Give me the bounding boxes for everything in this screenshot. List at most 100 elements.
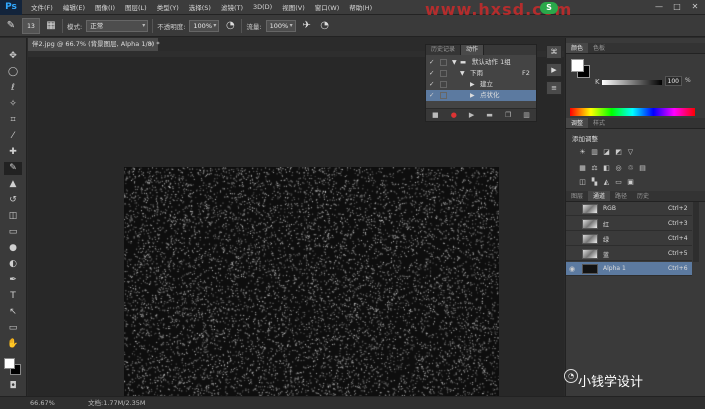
action-step-row[interactable]: ✓ ▶ 点状化 — [426, 90, 536, 101]
marquee-tool-icon[interactable]: ◯ — [4, 66, 22, 79]
chevron-down-icon[interactable]: ▼ — [452, 57, 457, 68]
gray-slider[interactable] — [602, 80, 662, 85]
gradient-tool-icon[interactable]: ▭ — [4, 226, 22, 239]
close-icon[interactable]: ✕ — [689, 2, 701, 12]
dialog-toggle[interactable] — [440, 92, 447, 99]
maximize-icon[interactable]: □ — [671, 2, 683, 12]
threshold-icon[interactable]: ◭ — [602, 178, 611, 187]
channel-row-green[interactable]: 绿 Ctrl+4 — [566, 232, 692, 246]
vibrance-icon[interactable]: ▽ — [626, 148, 635, 157]
minimize-icon[interactable]: — — [653, 2, 665, 12]
tab-actions[interactable]: 动作 — [461, 45, 485, 55]
invert-icon[interactable]: ◫ — [578, 178, 587, 187]
brush-panel-icon[interactable]: ▦ — [44, 19, 58, 33]
gray-value-field[interactable]: 100 — [665, 76, 682, 86]
lasso-tool-icon[interactable]: ℓ — [4, 82, 22, 95]
channel-mixer-icon[interactable]: ♲ — [626, 164, 635, 173]
menu-edit[interactable]: 编辑(E) — [58, 2, 90, 12]
path-select-tool-icon[interactable]: ↖ — [4, 306, 22, 319]
document-info[interactable]: 文档:1.77M/2.35M — [88, 397, 146, 409]
menu-3d[interactable]: 3D(D) — [248, 3, 277, 11]
dialog-toggle[interactable] — [440, 70, 447, 77]
eyedropper-tool-icon[interactable]: ⁄ — [4, 130, 22, 143]
brush-size-picker[interactable]: 13 — [22, 17, 40, 34]
quick-select-tool-icon[interactable]: ✧ — [4, 98, 22, 111]
flow-field[interactable]: 100% — [265, 19, 296, 32]
posterize-icon[interactable]: ▚ — [590, 178, 599, 187]
menu-type[interactable]: 类型(Y) — [152, 2, 184, 12]
delete-icon[interactable]: ▥ — [523, 111, 530, 119]
close-icon[interactable]: × — [149, 38, 154, 51]
chevron-down-icon[interactable]: ▼ — [460, 68, 465, 79]
dodge-tool-icon[interactable]: ◐ — [4, 258, 22, 271]
brush-tool-icon[interactable]: ✎ — [4, 162, 22, 175]
airbrush-icon[interactable]: ✈ — [300, 19, 314, 33]
checkmark-icon[interactable]: ✓ — [429, 68, 434, 79]
exposure-icon[interactable]: ◩ — [614, 148, 623, 157]
play-icon[interactable]: ▶ — [469, 111, 474, 119]
action-step-row[interactable]: ✓ ▶ 建立 — [426, 79, 536, 90]
menu-file[interactable]: 文件(F) — [26, 2, 58, 12]
quick-mask-icon[interactable]: ◘ — [4, 380, 22, 393]
new-set-icon[interactable]: ▬ — [486, 111, 493, 119]
mode-select[interactable]: 正常 — [86, 19, 149, 32]
healing-tool-icon[interactable]: ✚ — [4, 146, 22, 159]
properties-panel-icon[interactable]: ≡ — [546, 81, 562, 95]
tab-color[interactable]: 颜色 — [566, 43, 589, 53]
tab-swatches[interactable]: 色板 — [588, 43, 610, 53]
hand-tool-icon[interactable]: ✋ — [4, 338, 22, 351]
color-balance-icon[interactable]: ⚖ — [590, 164, 599, 173]
menu-view[interactable]: 视图(V) — [277, 2, 310, 12]
selective-color-icon[interactable]: ▣ — [626, 178, 635, 187]
menu-help[interactable]: 帮助(H) — [344, 2, 377, 12]
stamp-tool-icon[interactable]: ▲ — [4, 178, 22, 191]
shape-tool-icon[interactable]: ▭ — [4, 322, 22, 335]
menu-image[interactable]: 图像(I) — [90, 2, 120, 12]
menu-filter[interactable]: 滤镜(T) — [216, 2, 248, 12]
chevron-right-icon[interactable]: ▶ — [470, 79, 475, 90]
blur-tool-icon[interactable]: ● — [4, 242, 22, 255]
checkmark-icon[interactable]: ✓ — [429, 57, 434, 68]
crop-tool-icon[interactable]: ⌗ — [4, 114, 22, 127]
checkmark-icon[interactable]: ✓ — [429, 90, 434, 101]
brush-tool-icon[interactable]: ✎ — [4, 19, 18, 33]
eraser-tool-icon[interactable]: ◫ — [4, 210, 22, 223]
checkmark-icon[interactable]: ✓ — [429, 79, 434, 90]
actions-panel-icon[interactable]: ▶ — [546, 63, 562, 77]
menu-select[interactable]: 选择(S) — [184, 2, 216, 12]
action-set-row[interactable]: ✓ ▼ ▬ 默认动作 1组 — [426, 57, 536, 68]
levels-icon[interactable]: ▥ — [590, 148, 599, 157]
color-lookup-icon[interactable]: ▤ — [638, 164, 647, 173]
brightness-icon[interactable]: ☀ — [578, 148, 587, 157]
move-tool-icon[interactable]: ✥ — [4, 50, 22, 63]
gradient-map-icon[interactable]: ▭ — [614, 178, 623, 187]
chevron-right-icon[interactable]: ▶ — [470, 90, 475, 101]
opacity-field[interactable]: 100% — [189, 19, 220, 32]
tab-paths[interactable]: 路径 — [610, 191, 632, 201]
menu-window[interactable]: 窗口(W) — [310, 2, 345, 12]
pen-tool-icon[interactable]: ✒ — [4, 274, 22, 287]
tab-adjustments[interactable]: 调整 — [566, 118, 589, 128]
history-panel-icon[interactable]: ⌘ — [546, 45, 562, 59]
record-icon[interactable]: ● — [451, 111, 457, 119]
menu-layer[interactable]: 图层(L) — [120, 2, 152, 12]
type-tool-icon[interactable]: T — [4, 290, 22, 303]
color-spectrum[interactable] — [570, 108, 695, 116]
tab-channels[interactable]: 通道 — [588, 191, 611, 201]
zoom-level[interactable]: 66.67% — [30, 397, 55, 409]
black-white-icon[interactable]: ◧ — [602, 164, 611, 173]
pressure-opacity-icon[interactable]: ◔ — [223, 19, 237, 33]
dialog-toggle[interactable] — [440, 81, 447, 88]
foreground-color-swatch[interactable] — [4, 358, 15, 369]
tab-history[interactable]: 历史 — [632, 191, 654, 201]
channel-row-red[interactable]: 红 Ctrl+3 — [566, 217, 692, 231]
channel-row-alpha[interactable]: ◉ Alpha 1 Ctrl+6 — [566, 262, 692, 276]
pressure-size-icon[interactable]: ◔ — [318, 19, 332, 33]
stop-icon[interactable]: ■ — [432, 111, 439, 119]
eye-icon[interactable]: ◉ — [569, 265, 577, 273]
document-tab[interactable]: 伴2.jpg @ 66.7% (背景图层, Alpha 1/8) * × — [28, 38, 160, 51]
tab-styles[interactable]: 样式 — [588, 118, 610, 128]
tab-history[interactable]: 历史记录 — [426, 45, 462, 55]
channel-row-blue[interactable]: 蓝 Ctrl+5 — [566, 247, 692, 261]
image-canvas[interactable] — [124, 167, 499, 399]
